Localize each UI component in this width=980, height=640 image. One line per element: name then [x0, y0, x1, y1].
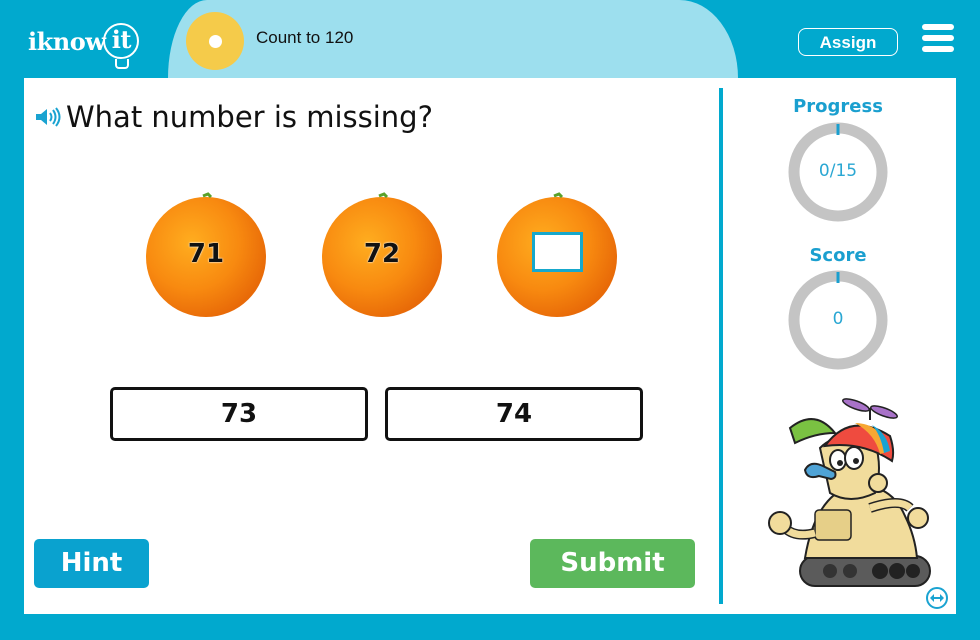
- progress-value: 0/15: [818, 161, 858, 181]
- sequence-number: 71: [187, 239, 225, 269]
- sequence-number: 72: [363, 239, 401, 269]
- speaker-icon[interactable]: [34, 106, 62, 128]
- submit-button[interactable]: Submit: [530, 539, 695, 588]
- lesson-indicator-icon: [186, 12, 244, 70]
- app-window: iknow it Count to 120 Assign What number…: [0, 0, 980, 640]
- lightbulb-icon: it: [103, 23, 140, 69]
- score-value: 0: [832, 309, 844, 329]
- hamburger-menu-icon[interactable]: [922, 24, 954, 52]
- iknowit-logo[interactable]: iknow it: [28, 18, 140, 69]
- answer-choice-tile[interactable]: 74: [385, 387, 643, 441]
- lesson-bar: [168, 0, 738, 78]
- robot-mascot-icon: [768, 398, 931, 587]
- swap-horizontal-icon[interactable]: [925, 586, 949, 610]
- logo-bulb-text: it: [111, 25, 132, 54]
- orange-item: 72: [319, 191, 445, 319]
- lightbulb-base: [115, 59, 130, 69]
- orange-item: 71: [143, 191, 269, 319]
- orange-item: [494, 191, 620, 319]
- answer-choice-tile[interactable]: 73: [110, 387, 368, 441]
- progress-label: Progress: [793, 96, 883, 117]
- score-label: Score: [809, 245, 867, 266]
- lesson-title: Count to 120: [256, 28, 354, 47]
- assign-button[interactable]: Assign: [798, 28, 898, 56]
- panel-divider: [719, 88, 723, 604]
- question-prompt: What number is missing?: [34, 100, 433, 134]
- question-text: What number is missing?: [66, 100, 433, 134]
- missing-number-drop-slot[interactable]: [532, 232, 583, 272]
- logo-text: iknow: [28, 26, 106, 56]
- hint-button[interactable]: Hint: [34, 539, 149, 588]
